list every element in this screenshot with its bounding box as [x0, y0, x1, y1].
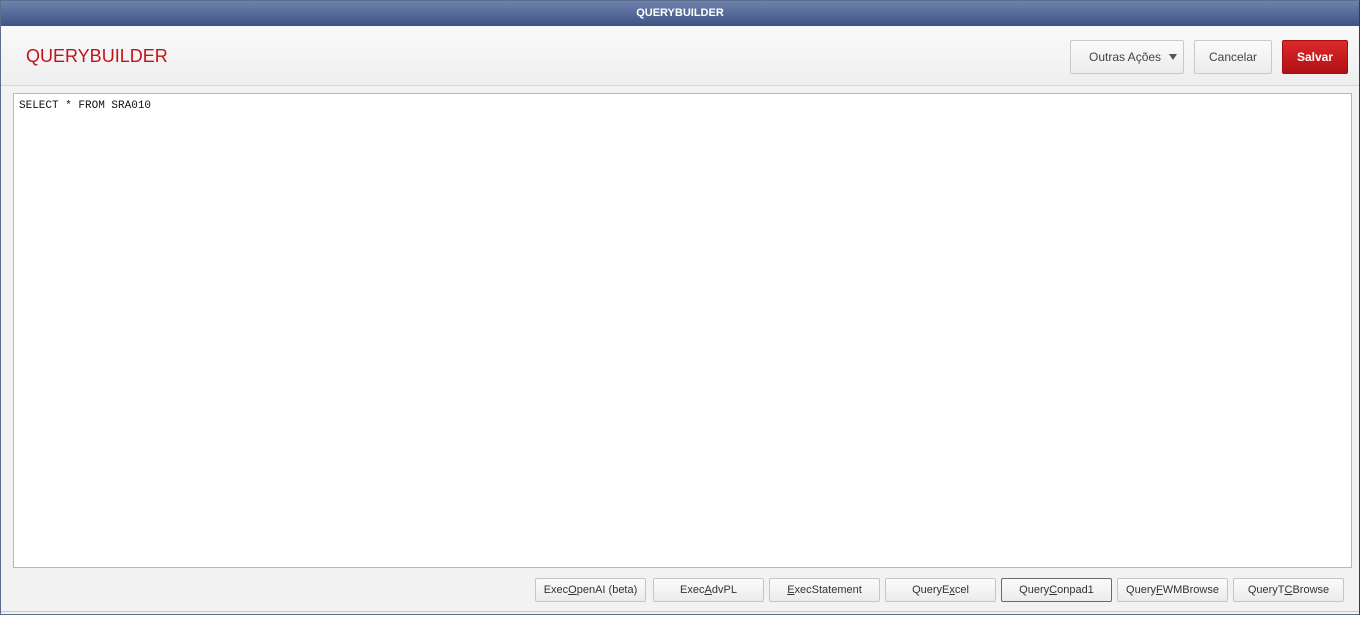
window-title-bar: QUERYBUILDER	[1, 1, 1359, 26]
query-conpad1-label-key: C	[1049, 584, 1058, 596]
exec-openai-label-key: O	[568, 584, 577, 596]
querybuilder-window: QUERYBUILDER QUERYBUILDER Outras Ações C…	[0, 0, 1360, 615]
exec-openai-button[interactable]: ExecOpenAI (beta)	[535, 578, 646, 602]
exec-advpl-button[interactable]: ExecAdvPL	[653, 578, 764, 602]
cancel-button[interactable]: Cancelar	[1194, 40, 1272, 74]
exec-statement-label-key: E	[787, 584, 795, 596]
page-header: QUERYBUILDER Outras Ações Cancelar Salva…	[1, 26, 1359, 86]
footer-divider	[1, 611, 1359, 612]
query-fwmbrowse-label-key: F	[1156, 584, 1163, 596]
query-conpad1-label-post: onpad1	[1057, 584, 1094, 596]
outras-acoes-button[interactable]: Outras Ações	[1070, 40, 1184, 74]
query-fwmbrowse-label-pre: Query	[1126, 584, 1156, 596]
exec-openai-label-pre: Exec	[543, 584, 569, 596]
query-conpad1-button[interactable]: QueryConpad1	[1001, 578, 1112, 602]
query-fwmbrowse-label-post: WMBrowse	[1162, 584, 1219, 596]
query-tcbrowse-label-pre: QueryT	[1247, 584, 1285, 596]
exec-statement-label-post: xecStatement	[794, 584, 862, 596]
exec-openai-label-post: penAI (beta)	[576, 584, 638, 596]
outras-acoes-label: Outras Ações	[1089, 50, 1162, 64]
query-excel-label-post: cel	[954, 584, 969, 596]
query-tcbrowse-label-post: Browse	[1292, 584, 1330, 596]
save-button[interactable]: Salvar	[1282, 40, 1348, 74]
query-excel-button[interactable]: QueryExcel	[885, 578, 996, 602]
query-editor[interactable]: SELECT * FROM SRA010	[13, 93, 1352, 568]
query-conpad1-label-pre: Query	[1019, 584, 1050, 596]
query-fwmbrowse-button[interactable]: QueryFWMBrowse	[1117, 578, 1228, 602]
query-tcbrowse-button[interactable]: QueryTCBrowse	[1233, 578, 1344, 602]
page-title: QUERYBUILDER	[26, 46, 168, 66]
exec-advpl-label-pre: Exec	[680, 584, 705, 596]
exec-advpl-label-key: A	[704, 584, 712, 596]
exec-statement-button[interactable]: ExecStatement	[769, 578, 880, 602]
chevron-down-icon	[1169, 54, 1177, 60]
exec-advpl-label-post: dvPL	[711, 584, 737, 596]
query-excel-label-pre: QueryE	[912, 584, 950, 596]
